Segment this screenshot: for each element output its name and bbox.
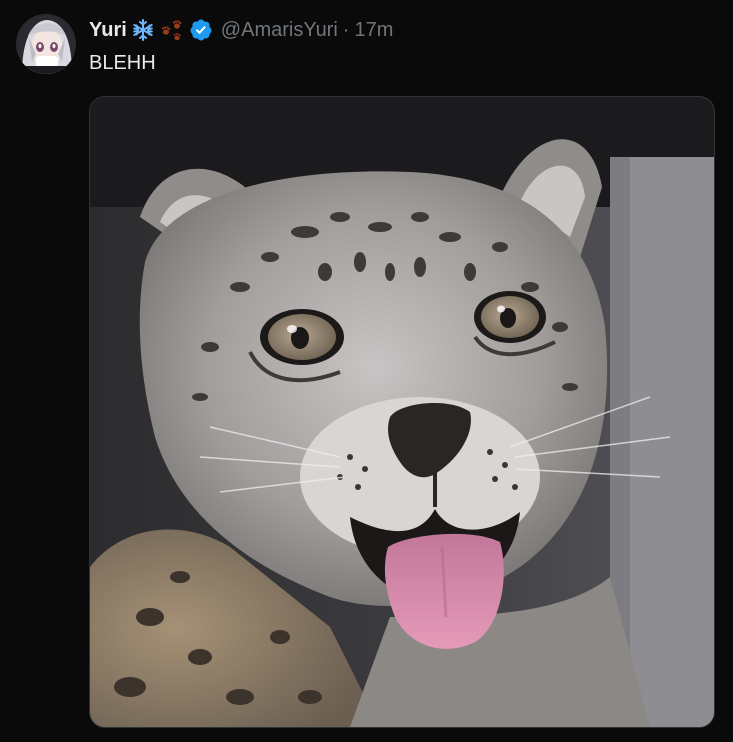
snowflake-icon [131,18,155,42]
tweet-card[interactable]: Yuri @AmarisYuri · 17m BLEHH [0,0,733,742]
tweet-header: Yuri @AmarisYuri · 17m [89,15,393,45]
snow-leopard-photo [90,97,714,727]
separator-dot: · [342,18,350,41]
paw-prints-icon [159,18,185,42]
avatar-image [16,14,76,74]
display-name[interactable]: Yuri [89,19,127,42]
user-handle[interactable]: @AmarisYuri [221,19,338,42]
timestamp[interactable]: 17m [354,19,393,42]
avatar[interactable] [16,14,76,74]
tweet-media-image[interactable] [89,96,715,728]
tweet-text: BLEHH [89,52,156,74]
verified-badge-icon[interactable] [189,18,213,42]
